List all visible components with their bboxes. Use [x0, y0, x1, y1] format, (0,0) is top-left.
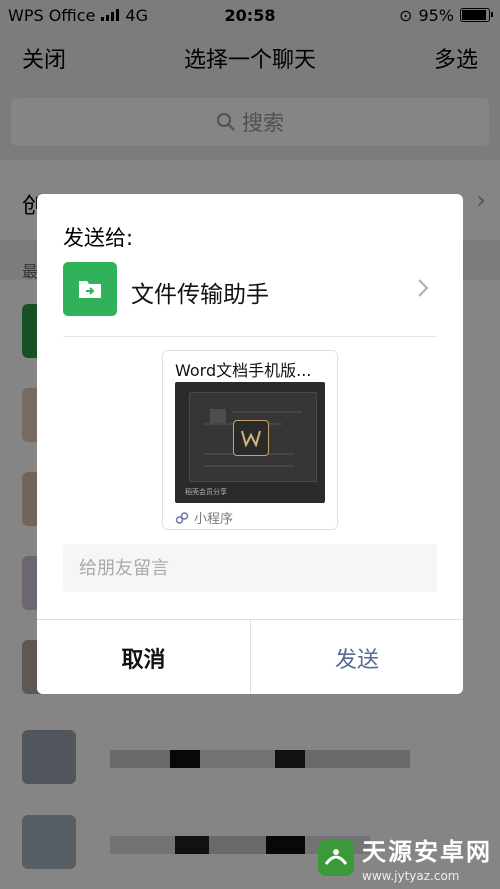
card-title: Word文档手机版... — [175, 361, 312, 380]
card-thumbnail: 稻壳会员分享 — [175, 382, 325, 503]
message-input[interactable] — [63, 544, 437, 592]
chevron-right-icon — [418, 279, 429, 297]
divider — [63, 336, 437, 337]
wps-logo-icon — [233, 420, 269, 456]
thumbnail-caption: 稻壳会员分享 — [185, 488, 227, 496]
watermark-url: www.jytyaz.com — [362, 869, 460, 883]
mini-program-label: 小程序 — [194, 512, 234, 527]
watermark-logo-icon — [318, 839, 354, 876]
send-button[interactable]: 发送 — [250, 620, 463, 694]
watermark: 天源安卓网 www.jytyaz.com — [316, 832, 492, 883]
cancel-button[interactable]: 取消 — [37, 620, 250, 694]
mini-program-icon — [175, 511, 189, 524]
file-transfer-icon — [63, 262, 117, 316]
dialog-title: 发送给: — [63, 226, 134, 250]
dialog-footer: 取消 发送 — [37, 619, 463, 694]
recipient-name: 文件传输助手 — [131, 282, 269, 308]
mini-program-card: Word文档手机版... 稻壳会员分享 小程序 — [162, 350, 338, 530]
share-dialog: 发送给: 文件传输助手 Word文档手机版... 稻壳会员分享 小程序 给朋友留… — [37, 194, 463, 694]
watermark-text: 天源安卓网 — [362, 838, 492, 866]
recipient-row[interactable]: 文件传输助手 — [63, 262, 437, 318]
card-footer: 小程序 — [175, 508, 233, 527]
